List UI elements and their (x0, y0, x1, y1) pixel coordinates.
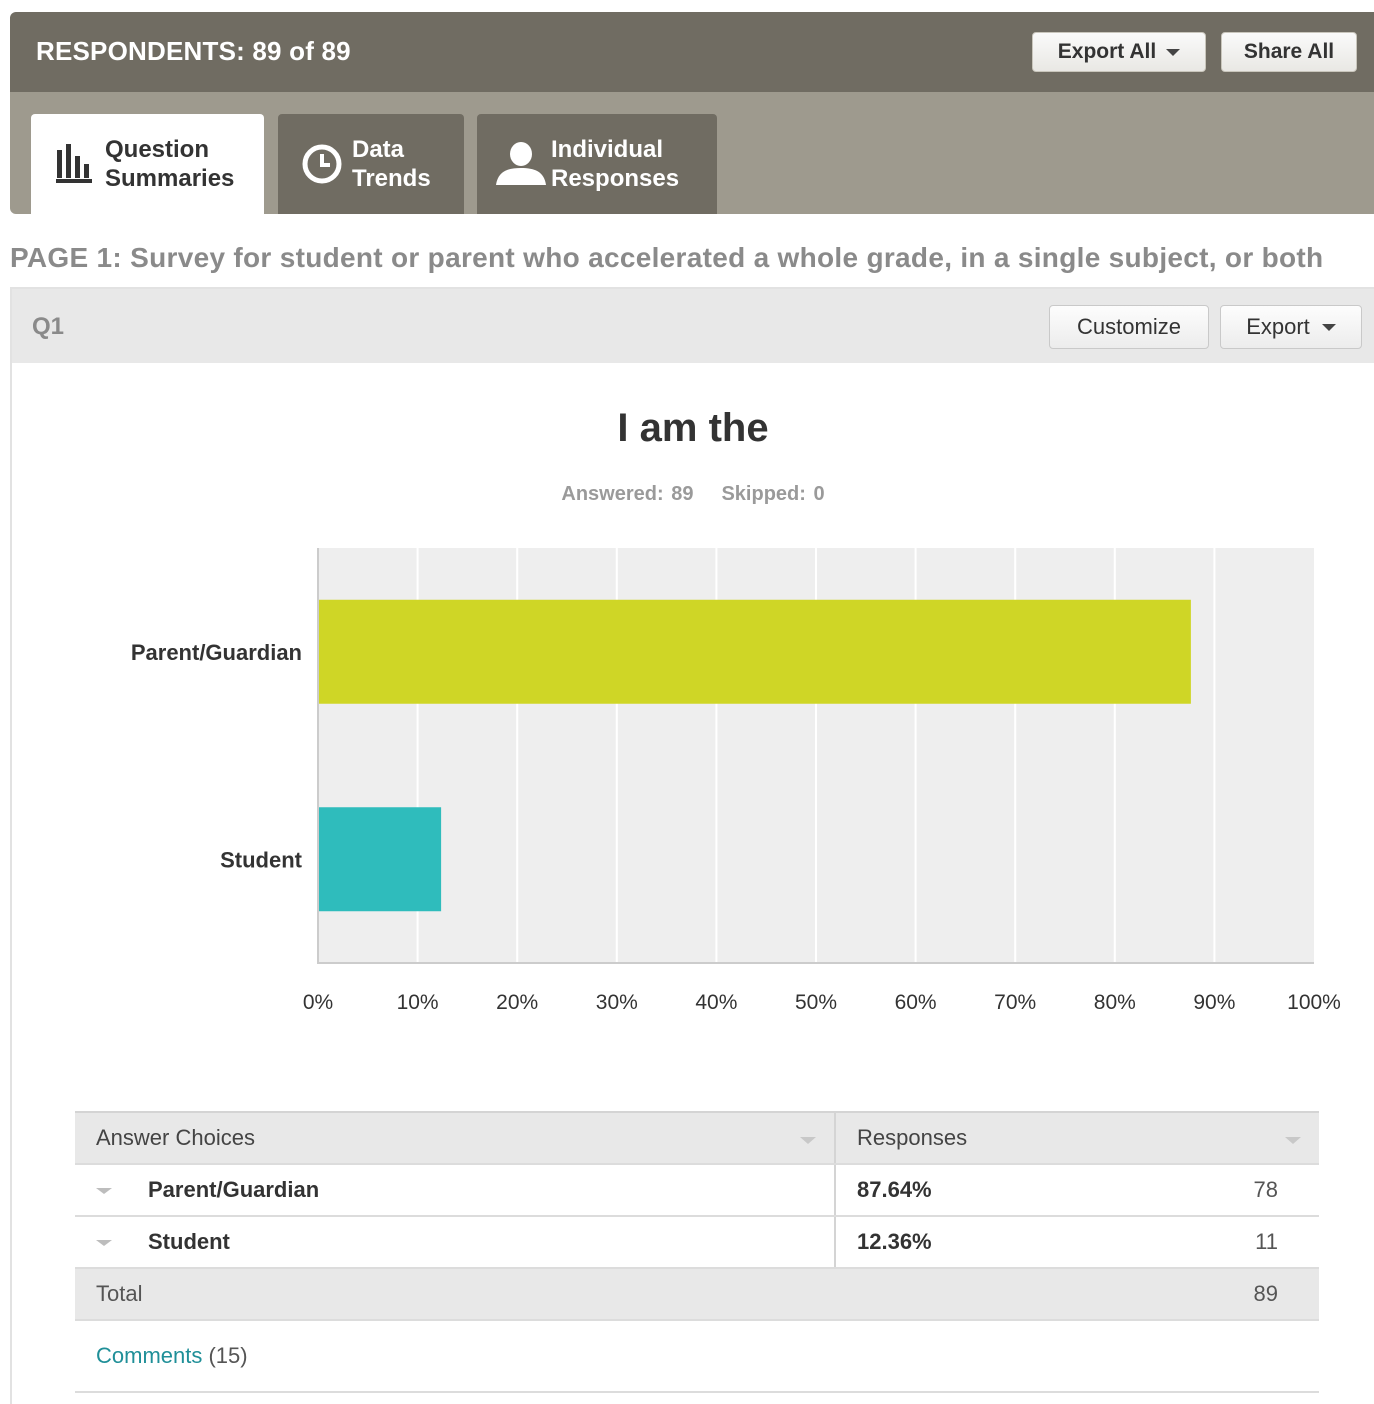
respondents-count: RESPONDENTS: 89 of 89 (36, 36, 351, 66)
x-tick-label: 80% (1094, 991, 1136, 1014)
page-title: PAGE 1: Survey for student or parent who… (10, 242, 1324, 273)
x-tick-label: 90% (1193, 991, 1235, 1014)
tab-label-line2: Trends (352, 165, 431, 192)
bar-chart-icon (45, 144, 105, 184)
answer-table: Answer Choices Responses Parent/Guardian… (75, 1111, 1319, 1393)
x-tick-label: 100% (1287, 991, 1341, 1014)
export-button[interactable]: Export (1220, 305, 1362, 349)
choice-label: Parent/Guardian (148, 1177, 320, 1202)
expand-icon[interactable] (96, 1240, 112, 1247)
share-all-button[interactable]: Share All (1221, 32, 1357, 72)
person-icon (491, 141, 551, 187)
comments-link[interactable]: Comments (96, 1343, 202, 1368)
total-label: Total (75, 1268, 1124, 1321)
total-count: 89 (1123, 1268, 1319, 1321)
x-tick-label: 50% (795, 991, 837, 1014)
comments-row: Comments (15) (75, 1320, 1319, 1393)
clock-icon (292, 143, 352, 185)
response-count: 11 (1123, 1216, 1319, 1269)
x-tick-label: 0% (303, 991, 333, 1014)
question-stats: Answered: 89 Skipped: 0 (12, 483, 1374, 506)
category-label: Parent/Guardian (131, 640, 302, 665)
response-percent: 12.36% (835, 1216, 1124, 1269)
column-header-responses[interactable]: Responses (835, 1112, 1319, 1165)
x-tick-label: 10% (397, 991, 439, 1014)
response-percent: 87.64% (835, 1164, 1124, 1217)
customize-button[interactable]: Customize (1049, 305, 1209, 349)
share-all-label: Share All (1243, 40, 1335, 63)
customize-label: Customize (1077, 314, 1181, 339)
column-header-answer-choices[interactable]: Answer Choices (75, 1112, 836, 1165)
answered-count: Answered: 89 (561, 483, 694, 505)
skipped-count: Skipped: 0 (721, 483, 825, 505)
tab-label-line2: Summaries (105, 165, 235, 192)
sort-icon[interactable] (1285, 1137, 1301, 1144)
x-tick-label: 30% (596, 991, 638, 1014)
question-panel: Q1 Customize Export I am the Answered: 8… (10, 287, 1374, 1404)
tab-label-line1: Data (352, 136, 405, 163)
total-row: Total 89 (75, 1268, 1319, 1321)
choice-label: Student (148, 1229, 230, 1254)
x-tick-label: 60% (895, 991, 937, 1014)
x-tick-label: 20% (496, 991, 538, 1014)
table-header-row: Answer Choices Responses (75, 1112, 1319, 1165)
bar (319, 807, 442, 912)
view-tabs: Question Summaries Data Trends Individua… (10, 92, 1374, 214)
x-tick-label: 40% (695, 991, 737, 1014)
tab-label-line2: Responses (551, 165, 680, 192)
tab-question-summaries[interactable]: Question Summaries (31, 114, 264, 214)
x-tick-label: 70% (994, 991, 1036, 1014)
response-count: 78 (1123, 1164, 1319, 1217)
chevron-down-icon (1321, 323, 1336, 331)
tab-individual-responses[interactable]: Individual Responses (477, 114, 717, 214)
expand-icon[interactable] (96, 1188, 112, 1195)
comments-count: (15) (208, 1343, 248, 1368)
respondents-header: RESPONDENTS: 89 of 89 Export All Share A… (10, 12, 1374, 92)
question-header: Q1 Customize Export (12, 289, 1374, 363)
response-bar-chart: 0% 10% 20% 30% 40% 50% 60% 70% 80% 90% 100% Parent/… (131, 548, 1341, 1014)
export-label: Export (1246, 314, 1310, 339)
tab-label-line1: Question (105, 136, 210, 163)
sort-icon[interactable] (800, 1137, 816, 1144)
category-label: Student (220, 847, 303, 872)
tab-label-line1: Individual (551, 136, 664, 163)
export-all-button[interactable]: Export All (1032, 32, 1206, 72)
chevron-down-icon (1166, 48, 1181, 56)
question-title: I am the (617, 406, 769, 450)
table-row: Student 12.36% 11 (75, 1216, 1319, 1269)
bar (319, 599, 1191, 704)
export-all-label: Export All (1057, 40, 1157, 63)
table-row: Parent/Guardian 87.64% 78 (75, 1164, 1319, 1217)
tab-data-trends[interactable]: Data Trends (278, 114, 464, 214)
question-number: Q1 (32, 313, 65, 340)
